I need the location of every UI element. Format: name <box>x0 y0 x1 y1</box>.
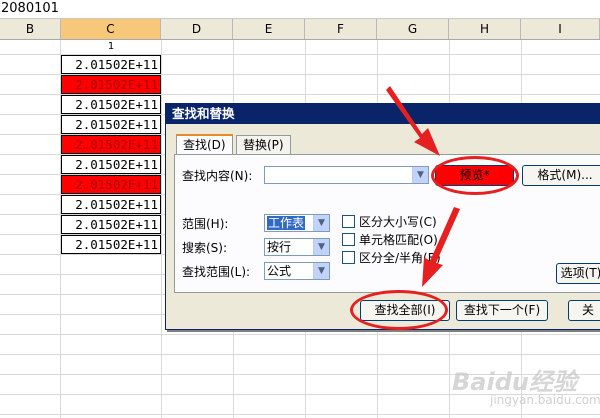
column-header-d[interactable]: D <box>161 19 233 39</box>
chevron-down-icon[interactable]: ▼ <box>313 215 329 231</box>
column-header-i[interactable]: I <box>521 19 600 39</box>
search-order-select[interactable]: 按行 ▼ <box>264 238 330 256</box>
cell-value[interactable]: 2.01502E+11 <box>61 195 161 214</box>
watermark-url: jingyan.baidu.com <box>490 393 600 407</box>
close-button[interactable]: 关 <box>568 300 600 321</box>
tab-replace[interactable]: 替换(P) <box>236 135 291 154</box>
annotation-oval-find-all <box>350 290 448 330</box>
cell-value[interactable]: 2.01502E+11 <box>61 235 161 254</box>
watermark-logo: Baidu经验 <box>452 368 577 396</box>
column-header-f[interactable]: F <box>305 19 377 39</box>
look-in-select[interactable]: 公式 ▼ <box>264 262 330 280</box>
checkbox-icon <box>342 215 355 228</box>
find-next-button[interactable]: 查找下一个(F) <box>456 300 548 321</box>
tab-find[interactable]: 查找(D) <box>176 134 233 155</box>
cell-value[interactable]: 2.01502E+11 <box>61 155 161 174</box>
column-header-h[interactable]: H <box>449 19 521 39</box>
find-what-label: 查找内容(N): <box>182 169 253 183</box>
chevron-down-icon[interactable]: ▼ <box>313 263 329 279</box>
cell-value[interactable]: 2.01502E+11 <box>61 55 161 74</box>
look-in-value: 公式 <box>267 264 292 278</box>
scope-select[interactable]: 工作表 ▼ <box>264 214 330 232</box>
formula-bar-text: 2080101 <box>1 1 59 16</box>
arrow-icon <box>422 207 460 287</box>
column-header-c[interactable]: C <box>61 19 161 39</box>
arrow-icon <box>386 86 440 156</box>
scope-label: 范围(H): <box>182 217 229 231</box>
look-in-label: 查找范围(L): <box>182 265 251 279</box>
column-header-b[interactable]: B <box>0 19 61 39</box>
formula-bar[interactable]: 2080101 <box>0 0 600 19</box>
search-order-value: 按行 <box>267 240 292 254</box>
options-button[interactable]: 选项(T) <box>556 263 600 284</box>
cell-value[interactable]: 2.01502E+11 <box>61 115 161 134</box>
cell-value[interactable]: 2.01502E+11 <box>61 135 161 154</box>
chevron-down-icon[interactable]: ▼ <box>313 239 329 255</box>
column-header-e[interactable]: E <box>233 19 305 39</box>
checkbox-icon <box>342 233 355 246</box>
column-header-g[interactable]: G <box>377 19 449 39</box>
scope-value: 工作表 <box>267 216 306 230</box>
format-button[interactable]: 格式(M)... <box>522 165 600 186</box>
cell-c1[interactable]: 1 <box>61 40 161 54</box>
column-headers: B C D E F G H I <box>0 19 600 40</box>
cell-value[interactable]: 2.01502E+11 <box>61 175 161 194</box>
cell-value[interactable]: 2.01502E+11 <box>61 75 161 94</box>
checkbox-icon <box>342 251 355 264</box>
search-label: 搜索(S): <box>182 241 228 255</box>
cell-value[interactable]: 2.01502E+11 <box>61 95 161 114</box>
chevron-down-icon[interactable]: ▼ <box>412 167 428 183</box>
find-what-input[interactable]: ▼ <box>264 166 429 184</box>
cell-value[interactable]: 2.01502E+11 <box>61 215 161 234</box>
